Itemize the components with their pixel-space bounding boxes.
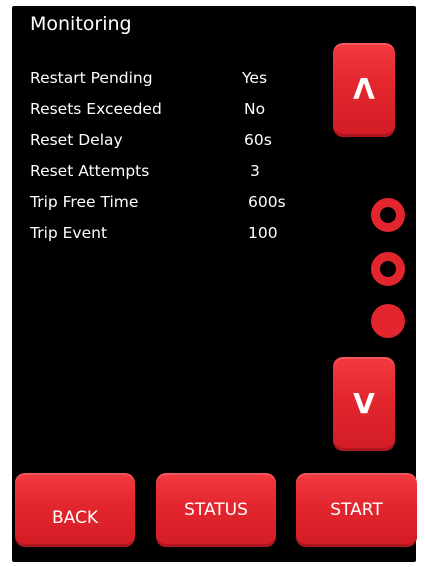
parameter-row-reset-delay: Reset Delay 60s <box>30 131 320 162</box>
status-button-label: STATUS <box>184 500 248 520</box>
parameter-value: 100 <box>248 224 278 242</box>
page-indicator <box>368 196 408 346</box>
chevron-up-icon: Λ <box>353 73 375 106</box>
parameter-row-trip-free-time: Trip Free Time 600s <box>30 193 320 224</box>
parameter-value: 60s <box>244 131 272 149</box>
parameter-list: Restart Pending Yes Resets Exceeded No R… <box>30 69 320 255</box>
parameter-row-reset-attempts: Reset Attempts 3 <box>30 162 320 193</box>
parameter-label: Resets Exceeded <box>30 100 162 118</box>
parameter-row-restart-pending: Restart Pending Yes <box>30 69 320 100</box>
page-dot-1 <box>371 198 405 232</box>
chevron-down-icon: V <box>353 387 375 420</box>
page-dot-2 <box>371 252 405 286</box>
parameter-label: Trip Event <box>30 224 108 242</box>
screen: Monitoring Restart Pending Yes Resets Ex… <box>0 0 425 567</box>
scroll-up-button[interactable]: Λ <box>333 43 395 137</box>
parameter-value: 600s <box>248 193 286 211</box>
status-button[interactable]: STATUS <box>156 473 276 547</box>
page-dot-3-active <box>371 304 405 338</box>
parameter-label: Trip Free Time <box>30 193 139 211</box>
parameter-label: Reset Attempts <box>30 162 150 180</box>
back-button[interactable]: BACK <box>15 473 135 547</box>
start-button-label: START <box>330 500 383 520</box>
parameter-label: Reset Delay <box>30 131 123 149</box>
start-button[interactable]: START <box>296 473 417 547</box>
parameter-value: Yes <box>242 69 268 87</box>
parameter-label: Restart Pending <box>30 69 153 87</box>
parameter-row-resets-exceeded: Resets Exceeded No <box>30 100 320 131</box>
scroll-down-button[interactable]: V <box>333 357 395 451</box>
parameter-value: No <box>244 100 266 118</box>
page-title: Monitoring <box>30 13 132 35</box>
back-button-label: BACK <box>51 508 98 528</box>
parameter-row-trip-event: Trip Event 100 <box>30 224 320 255</box>
parameter-value: 3 <box>250 162 260 180</box>
